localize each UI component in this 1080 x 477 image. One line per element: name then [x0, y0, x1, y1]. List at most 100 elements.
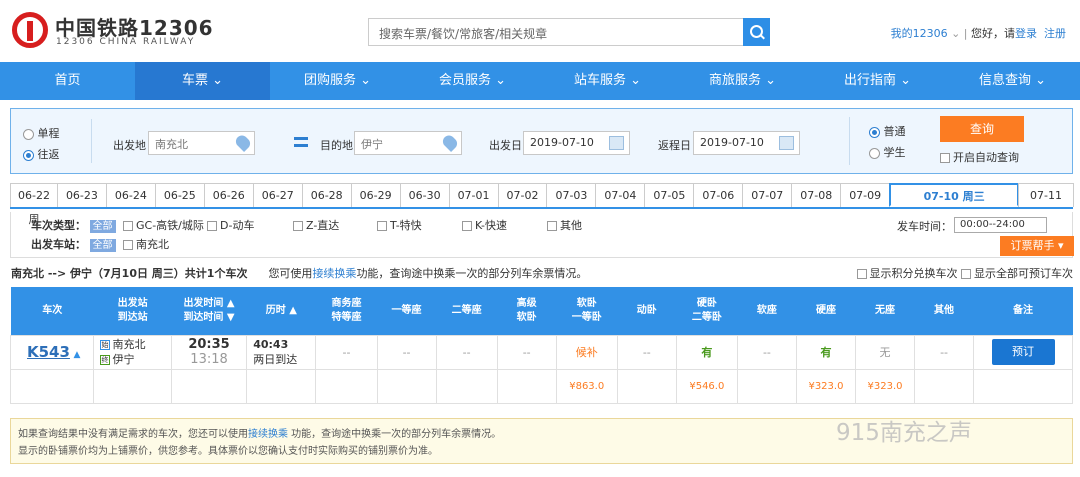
col-header: 软卧 一等卧 [556, 287, 618, 335]
to-field[interactable]: 伊宁 [354, 131, 462, 155]
bookable-checkbox[interactable] [961, 269, 971, 279]
return-date-field[interactable]: 2019-07-10 [693, 131, 800, 155]
date-tab[interactable]: 06-24 [105, 183, 156, 207]
date-tab[interactable]: 06-23 [56, 183, 107, 207]
time-select[interactable]: 00:00--24:00 [954, 217, 1047, 233]
date-tab[interactable]: 07-04 [595, 183, 646, 207]
date-tab[interactable]: 06-25 [154, 183, 205, 207]
date-tab[interactable]: 07-05 [644, 183, 695, 207]
duration: 40:43 [253, 338, 289, 351]
swap-icon[interactable] [294, 137, 308, 147]
student-ticket-radio[interactable] [869, 147, 880, 159]
price-cell: ¥863.0 [555, 368, 618, 404]
nav-tickets[interactable]: 车票 ⌄ [135, 62, 270, 100]
points-checkbox[interactable] [856, 269, 867, 279]
train-number[interactable]: K543 [27, 343, 70, 361]
railway-logo-icon[interactable] [12, 12, 48, 48]
query-button[interactable]: 查询 [940, 116, 1024, 142]
type-checkbox[interactable] [207, 221, 217, 231]
notice-transfer-link[interactable]: 接续换乘 [248, 429, 288, 440]
train-type-label: 车次类型： [31, 219, 86, 232]
type-checkbox[interactable] [377, 221, 387, 231]
all-types-button[interactable]: 全部 [89, 220, 116, 233]
date-tab[interactable]: 06-28 [301, 183, 352, 207]
auto-query-label: 开启自动查询 [953, 151, 1019, 164]
date-tab[interactable]: 07-08 [791, 183, 842, 207]
nav-group[interactable]: 团购服务 ⌄ [270, 62, 405, 100]
calendar-icon[interactable] [609, 136, 624, 150]
type-checkbox[interactable] [123, 221, 133, 231]
book-button[interactable]: 预订 [991, 339, 1055, 365]
col-header[interactable]: 出发时间 ▲ 到达时间 ▼ [171, 287, 247, 335]
price-row: ¥863.0 ¥546.0 ¥323.0 ¥323.0 [9, 368, 1073, 404]
type-checkbox[interactable] [547, 221, 557, 231]
type-label: Z-直达 [306, 219, 340, 232]
watermark: 915南充之声 [836, 420, 972, 446]
top-links: 我的12306 ⌄ | 您好，请登录 注册 [890, 27, 1066, 40]
round-trip-radio[interactable] [23, 149, 34, 161]
booking-helper-button[interactable]: 订票帮手 ▾ [1000, 236, 1074, 256]
price-cell: ¥546.0 [675, 368, 738, 404]
date-tab[interactable]: 06-27 [252, 183, 303, 207]
nav-station[interactable]: 站车服务 ⌄ [540, 62, 675, 100]
date-tab[interactable]: 07-07 [742, 183, 793, 207]
search-input[interactable]: 搜索车票/餐饮/常旅客/相关规章 [368, 18, 744, 46]
register-link[interactable]: 注册 [1044, 27, 1066, 40]
my12306-link[interactable]: 我的12306 [891, 27, 948, 40]
nav-business[interactable]: 商旅服务 ⌄ [675, 62, 810, 100]
date-tab[interactable]: 07-02 [497, 183, 548, 207]
price-cell: ¥323.0 [795, 368, 856, 404]
query-form: 单程 往返 出发地 南充北 目的地 伊宁 出发日 2019-07-10 返程日 … [10, 108, 1073, 174]
seat-cell: -- [496, 334, 557, 370]
location-pin-icon [233, 132, 253, 153]
seat-cell-available[interactable]: 有 [795, 334, 856, 370]
table-header: 车次 出发站 到达站 出发时间 ▲ 到达时间 ▼ 历时 ▲ 商务座 特等座 一等座 二… [10, 287, 1073, 335]
calendar-icon[interactable] [779, 136, 794, 150]
all-stations-button[interactable]: 全部 [89, 239, 116, 252]
search-icon[interactable] [743, 18, 770, 46]
date-tab[interactable]: 06-26 [203, 183, 254, 207]
from-field[interactable]: 南充北 [148, 131, 255, 155]
date-tab[interactable]: 06-22 周 [10, 183, 58, 226]
route-summary: 南充北 --> 伊宁（7月10日 周三）共计1个车次 您可使用接续换乘功能，查询… [11, 265, 587, 281]
bookable-label: 显示全部可预订车次 [974, 267, 1073, 280]
type-checkbox[interactable] [462, 221, 472, 231]
col-header[interactable]: 历时 ▲ [246, 287, 316, 335]
date-tab[interactable]: 07-03 [546, 183, 597, 207]
greeting-text: 您好，请 [971, 27, 1015, 40]
nav-member[interactable]: 会员服务 ⌄ [405, 62, 540, 100]
login-link[interactable]: 登录 [1015, 27, 1037, 40]
station-checkbox[interactable] [123, 240, 133, 250]
date-tab[interactable]: 07-01 [448, 183, 499, 207]
price-cell: ¥323.0 [854, 368, 916, 404]
nav-home[interactable]: 首页 [0, 62, 135, 100]
col-header: 硬卧 二等卧 [676, 287, 738, 335]
date-tab[interactable]: 06-30 [399, 183, 450, 207]
nav-guide[interactable]: 出行指南 ⌄ [810, 62, 945, 100]
nav-info[interactable]: 信息查询 ⌄ [945, 62, 1080, 100]
date-tab[interactable]: 06-29 [350, 183, 401, 207]
transfer-link[interactable]: 接续换乘 [312, 267, 356, 280]
col-header: 软座 [737, 287, 797, 335]
single-trip-radio[interactable] [23, 128, 34, 140]
seat-cell-waitlist[interactable]: 候补 [555, 334, 618, 370]
col-header: 商务座 特等座 [315, 287, 378, 335]
date-tab[interactable]: 07-09 [840, 183, 891, 207]
main-nav: 首页 车票 ⌄ 团购服务 ⌄ 会员服务 ⌄ 站车服务 ⌄ 商旅服务 ⌄ 出行指南… [0, 62, 1080, 100]
normal-ticket-radio[interactable] [869, 126, 880, 138]
from-value: 南充北 [155, 138, 188, 151]
points-label: 显示积分兑换车次 [869, 267, 958, 280]
type-checkbox[interactable] [293, 221, 303, 231]
date-tab[interactable]: 07-06 [693, 183, 744, 207]
auto-query-checkbox[interactable] [940, 153, 950, 163]
depart-date-field[interactable]: 2019-07-10 [523, 131, 630, 155]
terminal-icon: 终 [100, 355, 111, 365]
origin-icon: 始 [100, 340, 111, 350]
expand-icon[interactable]: ▲ [73, 350, 80, 360]
seat-cell-available[interactable]: 有 [675, 334, 738, 370]
date-tab[interactable]: 07-11 [1018, 183, 1074, 207]
round-trip-label: 往返 [37, 148, 60, 161]
date-tab-selected[interactable]: 07-10 周三 [889, 183, 1020, 207]
col-header: 硬座 [796, 287, 856, 335]
duration-note: 两日到达 [253, 353, 298, 366]
